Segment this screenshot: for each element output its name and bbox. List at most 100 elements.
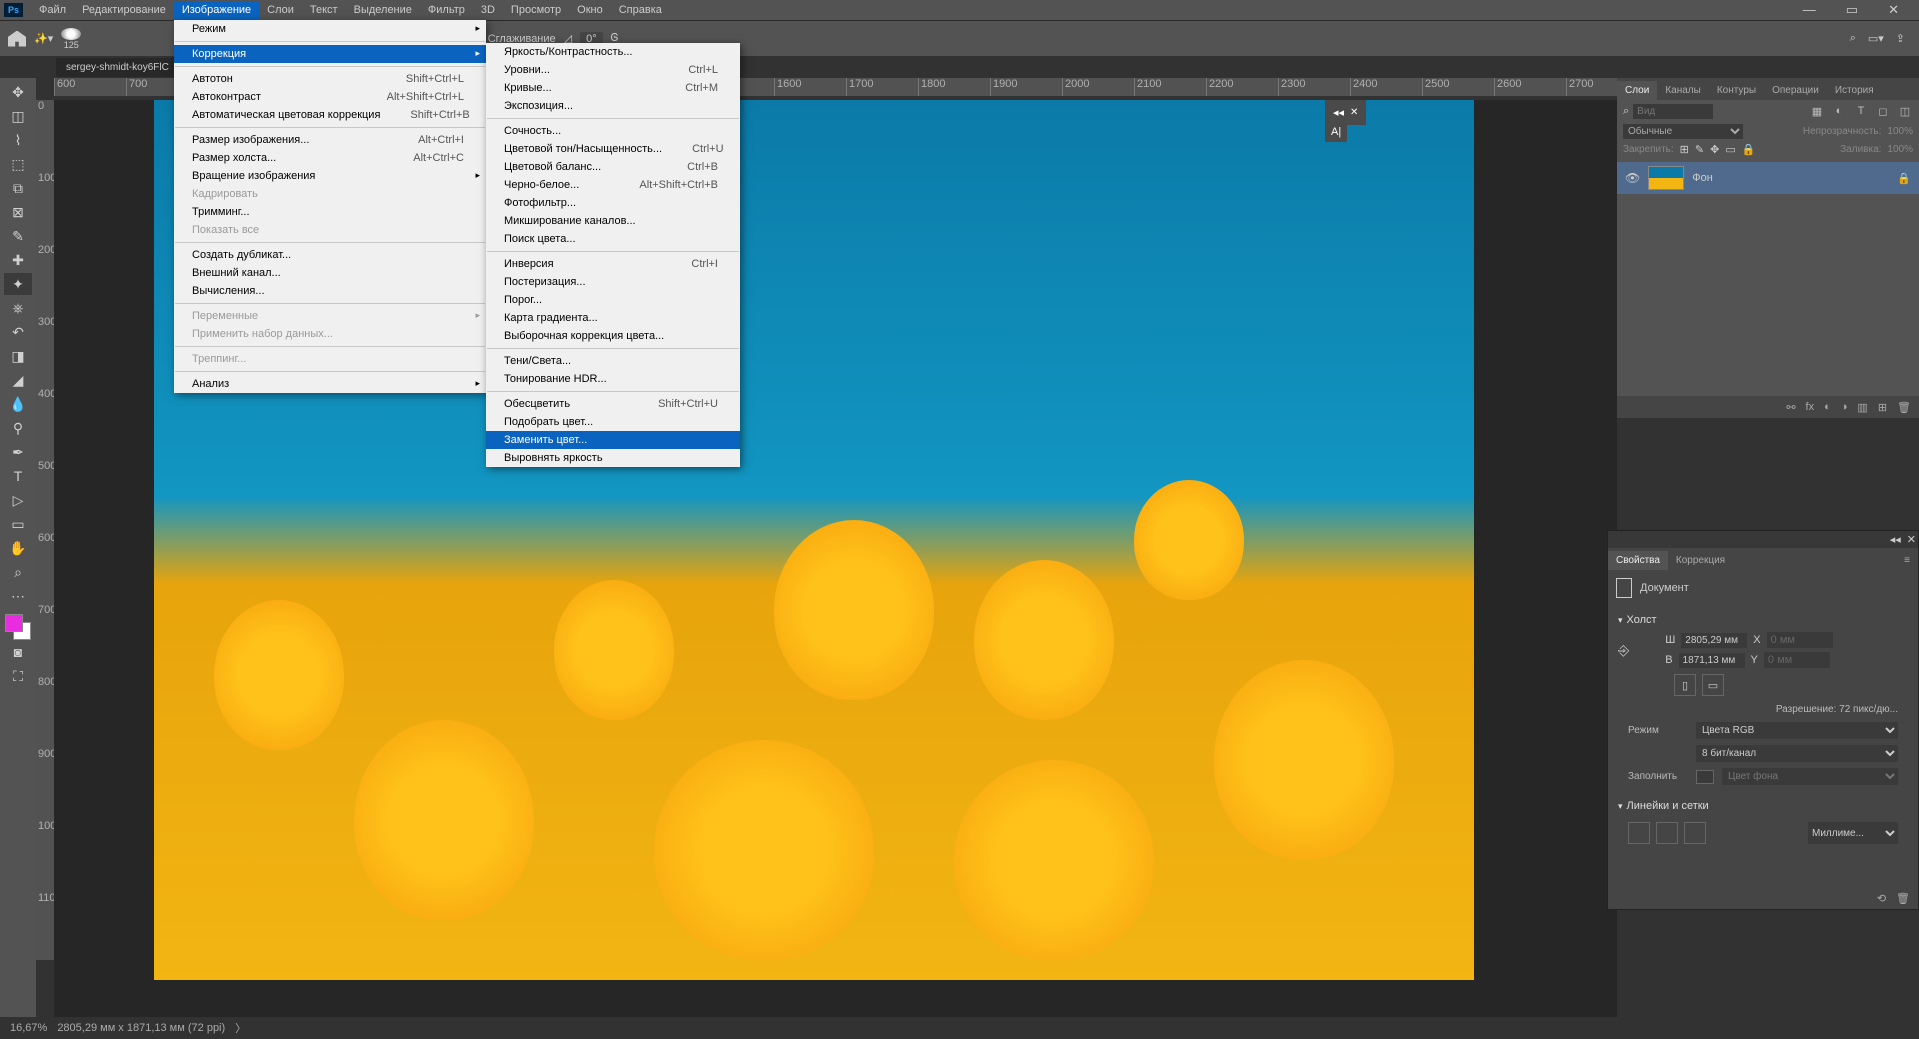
menu-item[interactable]: Черно-белое...Alt+Shift+Ctrl+B — [486, 176, 740, 194]
menu-item[interactable]: Экспозиция... — [486, 97, 740, 115]
menu-layers[interactable]: Слои — [259, 1, 302, 19]
tab-history[interactable]: История — [1827, 81, 1882, 100]
hand-tool[interactable]: ✋ — [4, 537, 32, 559]
layer-row[interactable]: 👁 Фон 🔒 — [1617, 162, 1919, 194]
fill-select[interactable]: Цвет фона — [1722, 768, 1898, 785]
tab-properties[interactable]: Свойства — [1608, 551, 1668, 570]
color-mode-select[interactable]: Цвета RGB — [1696, 722, 1898, 739]
lasso-tool[interactable]: ⌇ — [4, 129, 32, 151]
filter-pixel-icon[interactable]: ▦ — [1809, 103, 1825, 119]
mask-icon[interactable]: ◐ — [1824, 401, 1831, 413]
menu-item[interactable]: Цветовой баланс...Ctrl+B — [486, 158, 740, 176]
close-icon[interactable]: ✕ — [1907, 533, 1916, 546]
menu-item[interactable]: АвтотонShift+Ctrl+L — [174, 70, 486, 88]
menu-item[interactable]: Заменить цвет... — [486, 431, 740, 449]
menu-item[interactable]: ИнверсияCtrl+I — [486, 255, 740, 273]
share-icon[interactable]: ⇪ — [1896, 32, 1905, 45]
menu-item[interactable]: Вращение изображения — [174, 167, 486, 185]
lock-position-icon[interactable]: ✥ — [1710, 143, 1719, 156]
adjustment-icon[interactable]: ◑ — [1841, 401, 1848, 413]
menu-file[interactable]: Файл — [31, 1, 74, 19]
menu-item[interactable]: Сочность... — [486, 122, 740, 140]
trash-icon[interactable]: 🗑 — [1897, 401, 1911, 414]
menu-item[interactable]: Размер холста...Alt+Ctrl+C — [174, 149, 486, 167]
brush-preview-icon[interactable] — [61, 28, 81, 40]
menu-item[interactable]: Выборочная коррекция цвета... — [486, 327, 740, 345]
layer-name[interactable]: Фон — [1692, 172, 1713, 184]
window-minimize-icon[interactable]: — — [1795, 0, 1824, 21]
tab-adjustments[interactable]: Коррекция — [1668, 551, 1733, 570]
menu-edit[interactable]: Редактирование — [74, 1, 174, 19]
menu-item[interactable]: Выровнять яркость — [486, 449, 740, 467]
layer-thumbnail[interactable] — [1648, 166, 1684, 190]
quick-mask-icon[interactable]: ◙ — [4, 641, 32, 663]
unit-select[interactable]: Миллиме... — [1808, 822, 1898, 844]
frame-tool[interactable]: ⊠ — [4, 201, 32, 223]
filter-shape-icon[interactable]: ◻ — [1875, 103, 1891, 119]
path-select-tool[interactable]: ▷ — [4, 489, 32, 511]
portrait-icon[interactable]: ▯ — [1674, 674, 1696, 696]
group-icon[interactable]: ▥ — [1857, 401, 1867, 414]
menu-text[interactable]: Текст — [302, 1, 346, 19]
menu-item[interactable]: Тонирование HDR... — [486, 370, 740, 388]
blend-mode-select[interactable]: Обычные — [1623, 124, 1743, 139]
zoom-level[interactable]: 16,67% — [10, 1022, 47, 1034]
zoom-tool[interactable]: ⌕ — [4, 561, 32, 583]
visibility-icon[interactable]: 👁 — [1625, 171, 1640, 185]
panel-menu-icon[interactable]: ≡ — [1896, 551, 1918, 570]
menu-item[interactable]: Анализ — [174, 375, 486, 393]
healing-tool[interactable]: ✚ — [4, 249, 32, 271]
fill-color-picker[interactable] — [1696, 770, 1714, 784]
eraser-tool[interactable]: ◨ — [4, 345, 32, 367]
fill-value[interactable]: 100% — [1887, 144, 1913, 155]
fx-icon[interactable]: fx — [1806, 401, 1815, 413]
menu-item[interactable]: ОбесцветитьShift+Ctrl+U — [486, 395, 740, 413]
link-dimensions-icon[interactable]: ⎆ — [1618, 642, 1629, 659]
window-restore-icon[interactable]: ▭ — [1838, 0, 1866, 21]
menu-item[interactable]: Тени/Света... — [486, 352, 740, 370]
crop-tool[interactable]: ⧉ — [4, 177, 32, 199]
screen-mode-icon[interactable]: ⛶ — [4, 665, 32, 687]
menu-item[interactable]: Фотофильтр... — [486, 194, 740, 212]
menu-item[interactable]: Постеризация... — [486, 273, 740, 291]
tool-preset-icon[interactable]: ✨▾ — [34, 32, 53, 45]
menu-item[interactable]: Цветовой тон/Насыщенность...Ctrl+U — [486, 140, 740, 158]
menu-item[interactable]: Режим — [174, 20, 486, 38]
tab-layers[interactable]: Слои — [1617, 81, 1657, 100]
search-icon[interactable]: ⌕ — [1850, 32, 1856, 45]
menu-help[interactable]: Справка — [611, 1, 670, 19]
menu-item[interactable]: АвтоконтрастAlt+Shift+Ctrl+L — [174, 88, 486, 106]
menu-item[interactable]: Тримминг... — [174, 203, 486, 221]
width-input[interactable] — [1681, 633, 1747, 648]
menu-item[interactable]: Кривые...Ctrl+M — [486, 79, 740, 97]
marquee-tool[interactable]: ◫ — [4, 105, 32, 127]
menu-item[interactable]: Уровни...Ctrl+L — [486, 61, 740, 79]
reset-icon[interactable]: ⟲ — [1877, 892, 1886, 905]
locked-icon[interactable]: 🔒 — [1897, 172, 1911, 185]
window-close-icon[interactable]: ✕ — [1880, 0, 1907, 21]
menu-item[interactable]: Яркость/Контрастность... — [486, 43, 740, 61]
menu-view[interactable]: Просмотр — [503, 1, 569, 19]
dodge-tool[interactable]: ⚲ — [4, 417, 32, 439]
menu-item[interactable]: Автоматическая цветовая коррекцияShift+C… — [174, 106, 486, 124]
menu-item[interactable]: Коррекция — [174, 45, 486, 63]
pen-tool[interactable]: ✒ — [4, 441, 32, 463]
shape-tool[interactable]: ▭ — [4, 513, 32, 535]
bit-depth-select[interactable]: 8 бит/канал — [1696, 745, 1898, 762]
menu-filter[interactable]: Фильтр — [420, 1, 473, 19]
guides-icon[interactable] — [1684, 822, 1706, 844]
menu-item[interactable]: Поиск цвета... — [486, 230, 740, 248]
lock-pixels-icon[interactable]: ✎ — [1695, 143, 1704, 156]
blur-tool[interactable]: 💧 — [4, 393, 32, 415]
filter-type-icon[interactable]: T — [1853, 103, 1869, 119]
stamp-tool[interactable]: ⎈ — [4, 297, 32, 319]
close-icon[interactable]: ✕ — [1350, 107, 1358, 118]
tab-actions[interactable]: Операции — [1764, 81, 1827, 100]
menu-select[interactable]: Выделение — [346, 1, 420, 19]
link-icon[interactable]: ⚯ — [1786, 401, 1795, 414]
chevron-right-icon[interactable]: 〉 — [235, 1020, 246, 1036]
lock-all-icon[interactable]: ⊞ — [1680, 143, 1689, 156]
brush-tool[interactable]: ✦ — [4, 273, 32, 295]
grid-icon[interactable] — [1656, 822, 1678, 844]
menu-item[interactable]: Вычисления... — [174, 282, 486, 300]
